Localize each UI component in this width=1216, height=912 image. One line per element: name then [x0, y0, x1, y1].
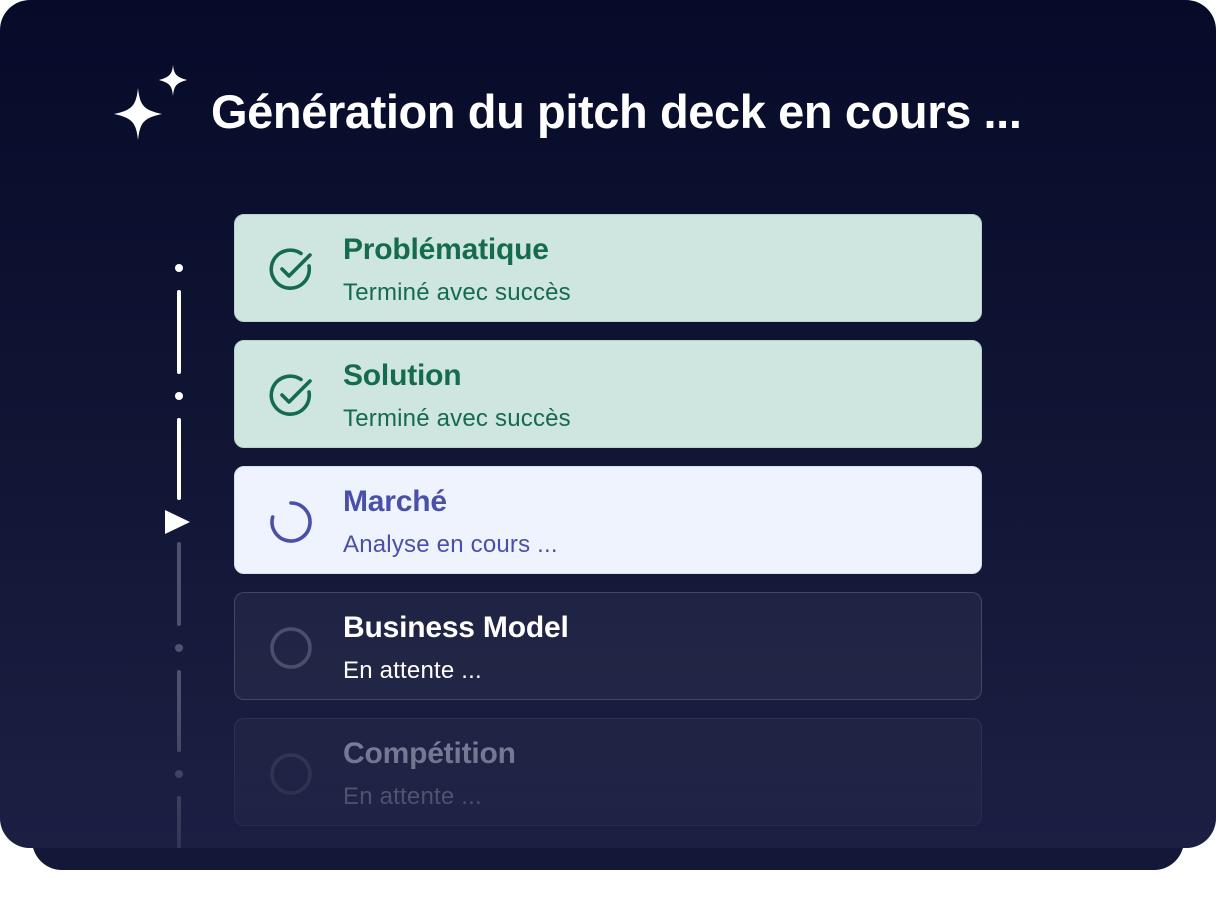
page-title: Génération du pitch deck en cours ... — [211, 85, 1022, 138]
generation-progress-panel: Génération du pitch deck en cours ... Pr… — [0, 0, 1216, 848]
step-label: Solution — [343, 359, 462, 392]
step-label: Problématique — [343, 233, 549, 266]
check-circle-icon — [269, 248, 312, 290]
progress-timeline — [165, 264, 190, 848]
step-label: Compétition — [343, 737, 516, 770]
step-card-competition: Compétition En attente ... — [234, 718, 982, 826]
check-circle-icon — [269, 374, 312, 416]
current-step-marker-icon — [165, 510, 190, 534]
step-label: Marché — [343, 485, 447, 518]
step-status: Analyse en cours ... — [343, 531, 558, 558]
step-card-business-model: Business Model En attente ... — [234, 592, 982, 700]
sparkles-icon — [114, 65, 187, 140]
step-status: Terminé avec succès — [343, 279, 571, 306]
step-card-marche: Marché Analyse en cours ... — [234, 466, 982, 574]
spinner-icon — [270, 501, 312, 543]
step-status: En attente ... — [343, 783, 482, 810]
empty-circle-icon — [270, 753, 312, 795]
empty-circle-icon — [270, 627, 312, 669]
step-card-solution: Solution Terminé avec succès — [234, 340, 982, 448]
step-card-problematique: Problématique Terminé avec succès — [234, 214, 982, 322]
step-status: En attente ... — [343, 657, 482, 684]
step-status: Terminé avec succès — [343, 405, 571, 432]
step-label: Business Model — [343, 611, 569, 644]
